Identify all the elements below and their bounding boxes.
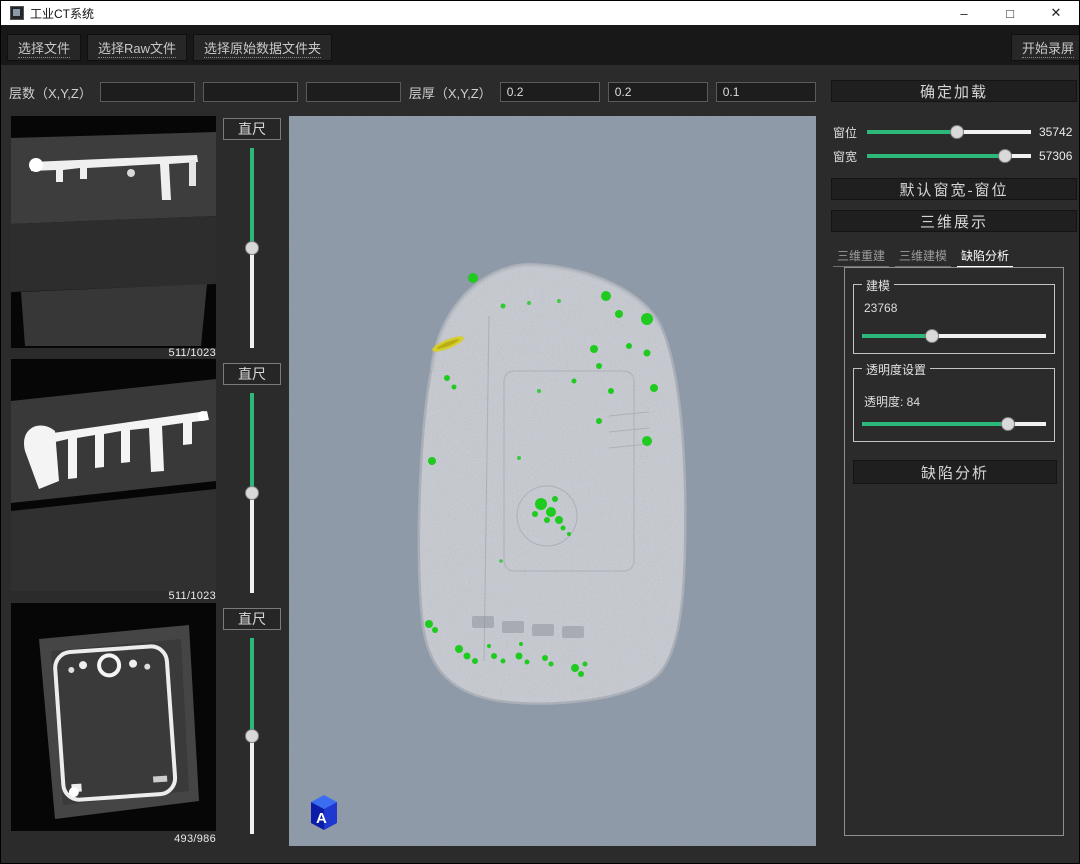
thickness-z-input[interactable] bbox=[716, 82, 816, 102]
start-recording-label: 开始录屏 bbox=[1022, 41, 1074, 58]
transparency-group: 透明度设置 透明度: 84 bbox=[853, 368, 1055, 442]
maximize-button[interactable]: □ bbox=[987, 1, 1033, 25]
window-level-label: 窗位 bbox=[833, 124, 859, 141]
ruler-button-3[interactable]: 直尺 bbox=[223, 608, 281, 630]
modeling-group-title: 建模 bbox=[862, 277, 894, 294]
start-recording-button[interactable]: 开始录屏 bbox=[1011, 34, 1080, 61]
ct-slice-image-1 bbox=[11, 116, 216, 348]
minimize-button[interactable]: – bbox=[941, 1, 987, 25]
window-level-slider[interactable] bbox=[867, 125, 1031, 139]
ct-slice-image-3 bbox=[11, 603, 216, 831]
layers-y-input[interactable] bbox=[203, 82, 298, 102]
slider-thumb[interactable] bbox=[950, 125, 964, 139]
select-data-folder-button[interactable]: 选择原始数据文件夹 bbox=[193, 34, 332, 61]
slice-slider-3[interactable] bbox=[245, 638, 259, 834]
ruler-button-1[interactable]: 直尺 bbox=[223, 118, 281, 140]
slider-thumb[interactable] bbox=[1001, 417, 1015, 431]
window-width-slider[interactable] bbox=[867, 149, 1031, 163]
3d-render-canvas: A bbox=[289, 116, 816, 846]
svg-text:A: A bbox=[316, 810, 327, 827]
slider-fill bbox=[250, 393, 254, 493]
slice-slider-2[interactable] bbox=[245, 393, 259, 593]
analysis-tabs: 三维重建 三维建模 缺陷分析 bbox=[833, 244, 1013, 267]
close-button[interactable]: ✕ bbox=[1033, 1, 1079, 25]
select-raw-file-label: 选择Raw文件 bbox=[98, 41, 176, 58]
ct-slice-view-1[interactable] bbox=[11, 116, 216, 348]
layers-x-input[interactable] bbox=[100, 82, 195, 102]
ct-slice-view-3[interactable] bbox=[11, 603, 216, 831]
slice-slider-1[interactable] bbox=[245, 148, 259, 348]
defect-analysis-panel: 建模 23768 透明度设置 透明度: 84 缺陷分析 bbox=[844, 267, 1064, 836]
defect-analysis-button[interactable]: 缺陷分析 bbox=[853, 460, 1057, 484]
slider-thumb[interactable] bbox=[998, 149, 1012, 163]
tab-3d-reconstruction[interactable]: 三维重建 bbox=[833, 244, 889, 267]
layers-z-input[interactable] bbox=[306, 82, 401, 102]
window-width-row: 窗宽 57306 bbox=[833, 148, 1079, 164]
slider-fill bbox=[862, 334, 930, 338]
confirm-load-button[interactable]: 确定加载 bbox=[831, 80, 1077, 102]
3d-display-button[interactable]: 三维展示 bbox=[831, 210, 1077, 232]
slider-thumb[interactable] bbox=[925, 329, 939, 343]
select-file-button[interactable]: 选择文件 bbox=[7, 34, 81, 61]
ct-slice-image-2 bbox=[11, 359, 216, 591]
select-data-folder-label: 选择原始数据文件夹 bbox=[204, 41, 321, 58]
slice-slider-column-3: 直尺 bbox=[219, 608, 285, 834]
transparency-value: 透明度: 84 bbox=[864, 393, 920, 410]
slider-thumb[interactable] bbox=[245, 241, 259, 255]
slider-thumb[interactable] bbox=[245, 486, 259, 500]
3d-viewport[interactable]: A bbox=[289, 116, 816, 846]
transparency-group-title: 透明度设置 bbox=[862, 361, 930, 378]
select-raw-file-button[interactable]: 选择Raw文件 bbox=[87, 34, 187, 61]
app-icon bbox=[10, 6, 24, 20]
window-width-value: 57306 bbox=[1039, 149, 1079, 163]
ruler-button-2[interactable]: 直尺 bbox=[223, 363, 281, 385]
slice-position-2: 511/1023 bbox=[11, 590, 216, 602]
tab-defect-analysis[interactable]: 缺陷分析 bbox=[957, 244, 1013, 267]
thickness-x-input[interactable] bbox=[500, 82, 600, 102]
tab-3d-modeling[interactable]: 三维建模 bbox=[895, 244, 951, 267]
modeling-slider[interactable] bbox=[862, 329, 1046, 343]
select-file-label: 选择文件 bbox=[18, 41, 70, 58]
default-window-button[interactable]: 默认窗宽-窗位 bbox=[831, 178, 1077, 200]
toolbar: 选择文件 选择Raw文件 选择原始数据文件夹 开始录屏 bbox=[1, 25, 1079, 65]
window-title: 工业CT系统 bbox=[30, 5, 94, 22]
slider-fill bbox=[867, 154, 1010, 158]
slider-thumb[interactable] bbox=[245, 729, 259, 743]
thickness-label: 层厚（X,Y,Z） bbox=[409, 83, 492, 102]
slice-slider-column-2: 直尺 bbox=[219, 363, 285, 593]
transparency-slider[interactable] bbox=[862, 417, 1046, 431]
window-level-value: 35742 bbox=[1039, 125, 1079, 139]
slice-position-3: 493/986 bbox=[11, 833, 216, 845]
titlebar: 工业CT系统 – □ ✕ bbox=[1, 1, 1079, 25]
parameter-row: 层数（X,Y,Z） 层厚（X,Y,Z） bbox=[9, 81, 816, 103]
thickness-y-input[interactable] bbox=[608, 82, 708, 102]
window-width-label: 窗宽 bbox=[833, 148, 859, 165]
modeling-value: 23768 bbox=[864, 301, 897, 315]
ct-slice-view-2[interactable] bbox=[11, 359, 216, 591]
logo-cube-icon: A bbox=[311, 795, 337, 830]
slider-fill bbox=[867, 130, 957, 134]
layers-label: 层数（X,Y,Z） bbox=[9, 83, 92, 102]
app-window: 工业CT系统 – □ ✕ 选择文件 选择Raw文件 选择原始数据文件夹 开始录屏… bbox=[0, 0, 1080, 864]
slider-fill bbox=[250, 148, 254, 248]
slider-fill bbox=[250, 638, 254, 736]
slider-fill bbox=[862, 422, 1013, 426]
slice-position-1: 511/1023 bbox=[11, 347, 216, 359]
window-level-row: 窗位 35742 bbox=[833, 124, 1079, 140]
slice-slider-column-1: 直尺 bbox=[219, 118, 285, 348]
modeling-group: 建模 23768 bbox=[853, 284, 1055, 354]
